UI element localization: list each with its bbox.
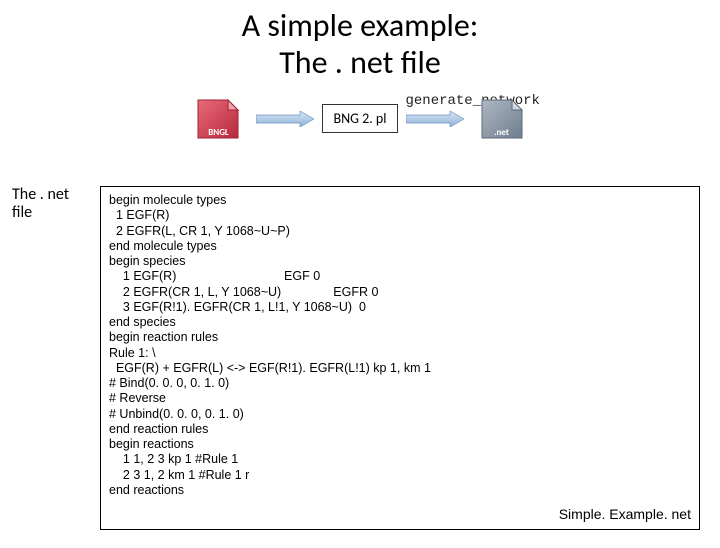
code-line: # Unbind(0. 0. 0, 0. 1. 0) <box>109 407 691 422</box>
arrow-icon <box>256 111 314 127</box>
side-l1: The . net <box>12 185 69 204</box>
code-content: begin molecule types 1 EGF(R) 2 EGFR(L, … <box>109 193 691 498</box>
filename-label: Simple. Example. net <box>559 506 691 523</box>
bngl-file-icon: BNGL <box>188 96 248 142</box>
code-box: begin molecule types 1 EGF(R) 2 EGFR(L, … <box>100 186 700 530</box>
code-line: 1 EGF(R) EGF 0 <box>109 269 691 284</box>
code-line: 1 EGF(R) <box>109 208 691 223</box>
side-label: The . net file <box>12 186 100 223</box>
main-content: The . net file begin molecule types 1 EG… <box>12 186 700 530</box>
title-line2a: The <box>279 43 335 82</box>
title-line1: A simple example: <box>242 6 479 45</box>
net-file-icon: .net <box>472 96 532 142</box>
code-line: EGF(R) + EGFR(L) <-> EGF(R!1). EGFR(L!1)… <box>109 361 691 376</box>
net-label: .net <box>472 127 532 138</box>
code-line: Rule 1: \ <box>109 346 691 361</box>
code-line: end species <box>109 315 691 330</box>
code-line: begin species <box>109 254 691 269</box>
bngl-label: BNGL <box>188 127 248 138</box>
code-line: 3 EGF(R!1). EGFR(CR 1, L!1, Y 1068~U) 0 <box>109 300 691 315</box>
code-line: end reaction rules <box>109 422 691 437</box>
code-line: 1 1, 2 3 kp 1 #Rule 1 <box>109 452 691 467</box>
code-line: begin molecule types <box>109 193 691 208</box>
code-line: begin reaction rules <box>109 330 691 345</box>
code-line: 2 EGFR(L, CR 1, Y 1068~U~P) <box>109 224 691 239</box>
code-line: # Reverse <box>109 391 691 406</box>
side-l2: file <box>12 203 32 222</box>
title-line2c: file <box>393 43 440 82</box>
pipeline-flow: BNGL BNG 2. pl generate_network <box>0 96 720 142</box>
code-line: 2 3 1, 2 km 1 #Rule 1 r <box>109 468 691 483</box>
code-line: # Bind(0. 0. 0, 0. 1. 0) <box>109 376 691 391</box>
bng2-label: BNG 2. pl <box>333 110 386 127</box>
code-line: end molecule types <box>109 239 691 254</box>
arrow-icon <box>406 111 464 127</box>
code-line: 2 EGFR(CR 1, L, Y 1068~U) EGFR 0 <box>109 285 691 300</box>
slide-title: A simple example: The . net file <box>0 8 720 82</box>
bng2-box: BNG 2. pl <box>322 104 397 133</box>
title-line2b: . net <box>335 43 394 82</box>
code-line: end reactions <box>109 483 691 498</box>
code-line: begin reactions <box>109 437 691 452</box>
